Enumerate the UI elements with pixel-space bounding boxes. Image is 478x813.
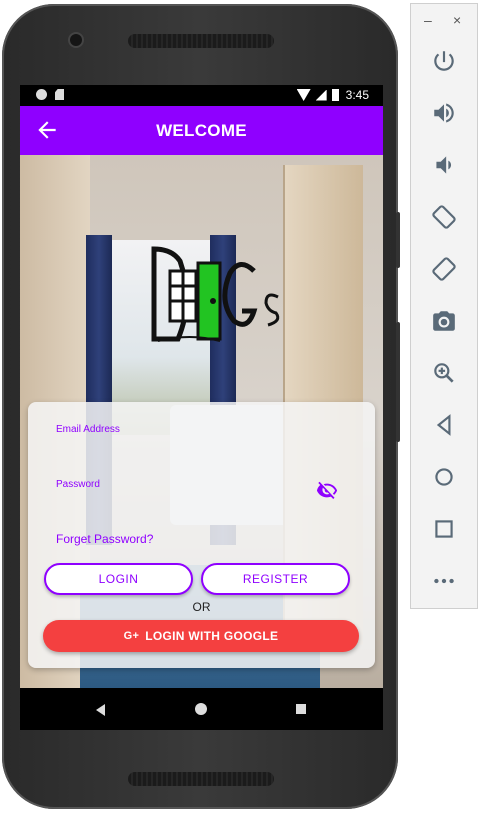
google-login-label: LOGIN WITH GOOGLE — [145, 629, 279, 643]
bottom-speaker — [128, 772, 274, 786]
front-camera — [70, 34, 82, 46]
earpiece-speaker — [128, 34, 274, 48]
overview-icon[interactable] — [427, 512, 461, 546]
phone-frame: 3:45 WELCOME Email Address Password Forg… — [2, 4, 398, 809]
register-button[interactable]: REGISTER — [201, 563, 350, 595]
page-title: WELCOME — [156, 121, 247, 140]
password-label: Password — [56, 479, 100, 490]
nav-recents-icon[interactable] — [296, 704, 306, 714]
google-login-button[interactable]: G+ LOGIN WITH GOOGLE — [43, 620, 359, 652]
login-button[interactable]: LOGIN — [44, 563, 193, 595]
battery-icon — [331, 89, 339, 101]
nav-home-icon[interactable] — [195, 703, 207, 715]
eye-off-icon[interactable] — [314, 480, 340, 502]
android-nav-bar — [20, 688, 383, 730]
minimize-button[interactable]: – — [424, 12, 432, 28]
volume-down-icon[interactable] — [427, 148, 461, 182]
home-icon[interactable] — [427, 460, 461, 494]
zoom-icon[interactable] — [427, 356, 461, 390]
side-button — [396, 322, 400, 442]
more-icon[interactable] — [427, 564, 461, 598]
power-icon[interactable] — [427, 44, 461, 78]
forgot-password-link[interactable]: Forget Password? — [56, 532, 153, 546]
volume-up-icon[interactable] — [427, 96, 461, 130]
login-card: Email Address Password Forget Password? … — [28, 402, 375, 668]
rotate-left-icon[interactable] — [427, 200, 461, 234]
background-photo: Email Address Password Forget Password? … — [20, 155, 383, 688]
emulator-toolbar: – × — [410, 3, 478, 609]
app-bar: WELCOME — [20, 106, 383, 155]
status-time: 3:45 — [345, 88, 369, 102]
close-button[interactable]: × — [453, 12, 461, 28]
sd-card-icon — [55, 89, 64, 100]
email-field[interactable] — [54, 438, 344, 456]
wifi-icon — [296, 89, 311, 101]
back-icon[interactable] — [427, 408, 461, 442]
signal-icon — [315, 89, 327, 101]
password-field[interactable] — [54, 494, 304, 512]
camera-icon[interactable] — [427, 304, 461, 338]
digs-logo — [151, 246, 280, 342]
email-label: Email Address — [56, 424, 120, 435]
volume-rocker — [396, 212, 400, 268]
google-plus-icon: G+ — [123, 630, 140, 642]
or-divider: OR — [192, 600, 211, 614]
status-bar: 3:45 — [20, 85, 383, 106]
rotate-right-icon[interactable] — [427, 252, 461, 286]
nav-back-icon[interactable] — [96, 704, 105, 716]
notification-icon — [36, 89, 47, 100]
device-screen: 3:45 WELCOME Email Address Password Forg… — [20, 85, 383, 730]
